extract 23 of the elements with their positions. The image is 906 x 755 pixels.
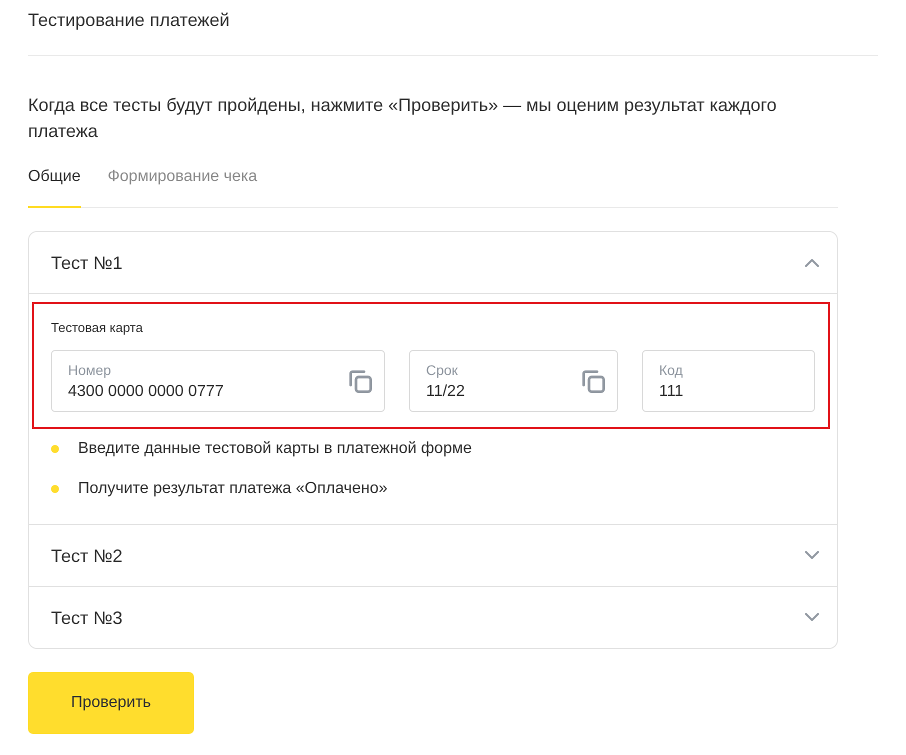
bullet-icon	[51, 485, 59, 493]
page-title: Тестирование платежей	[28, 9, 230, 32]
accordion-header[interactable]: Тест №1	[29, 232, 837, 293]
field-label: Срок	[426, 361, 458, 379]
description-text: Когда все тесты будут пройдены, нажмите «Проверить» — мы оценим результат каждого платежа	[28, 94, 778, 143]
input-field[interactable]: Код 111	[642, 350, 815, 412]
field-value: 111	[659, 382, 684, 402]
field-value: 4300 0000 0000 0777	[68, 382, 224, 402]
copy-icon[interactable]	[581, 369, 605, 393]
field-label: Номер	[68, 361, 112, 379]
field-label: Код	[659, 361, 683, 379]
input-field[interactable]: Номер 4300 0000 0000 0777	[51, 350, 385, 412]
accordion-header[interactable]: Тест №2	[29, 525, 837, 586]
input-field[interactable]: Срок 11/22	[409, 350, 618, 412]
bullet-icon	[51, 445, 59, 453]
accordion-header[interactable]: Тест №3	[29, 587, 837, 648]
check-button[interactable]: Проверить	[28, 672, 194, 734]
copy-icon[interactable]	[348, 369, 372, 393]
tab[interactable]: Общие	[28, 159, 81, 208]
step-text: Введите данные тестовой карты в платежной форме	[78, 439, 472, 459]
card-title: Тестовая карта	[51, 320, 143, 336]
field-value: 11/22	[426, 382, 465, 402]
step-text: Получите результат платежа «Оплачено»	[78, 479, 388, 499]
